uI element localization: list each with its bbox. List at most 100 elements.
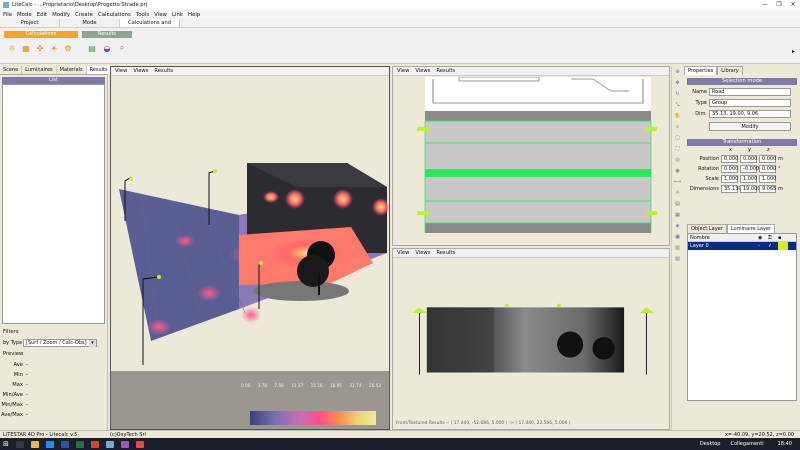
light-icon[interactable]: ☼: [673, 189, 682, 198]
menu-mode[interactable]: Mode: [17, 12, 32, 18]
tab-results[interactable]: Results: [86, 66, 112, 74]
views-menu[interactable]: Views: [415, 250, 430, 256]
tab-properties[interactable]: Properties: [684, 66, 718, 75]
calculations-group-label: Calculations: [4, 31, 78, 38]
tab-object-layer[interactable]: Object Layer: [687, 224, 727, 233]
menu-view[interactable]: View: [154, 12, 167, 18]
rotate-icon[interactable]: ↻: [673, 90, 682, 99]
layer-color-swatch[interactable]: [778, 242, 788, 250]
powerpoint-icon[interactable]: [90, 440, 99, 448]
rotation-z[interactable]: 0.000: [759, 165, 776, 173]
app-icon[interactable]: [135, 440, 144, 448]
view-top[interactable]: View Views Results: [392, 66, 670, 246]
calc-flow-icon[interactable]: ✣: [34, 42, 46, 54]
start-icon[interactable]: ⊞: [3, 440, 9, 448]
rotation-y[interactable]: -0.000: [740, 165, 759, 173]
view-side-icon[interactable]: ▧: [673, 255, 682, 264]
tab-mode[interactable]: Mode: [60, 19, 120, 27]
close-button[interactable]: ✕: [786, 0, 800, 10]
calc-light-icon[interactable]: ☼: [6, 42, 18, 54]
search-results-icon[interactable]: ⌕: [116, 42, 128, 54]
pin-ribbon-icon[interactable]: ▸: [792, 48, 795, 55]
orbit-icon[interactable]: ◎: [673, 156, 682, 165]
view-menu[interactable]: View: [115, 68, 127, 74]
view-front[interactable]: View Views Results Front/Textured Result…: [392, 248, 670, 430]
zoom-extents-icon[interactable]: ⛶: [673, 145, 682, 154]
scale-ticks: 0.00 3.78 7.56 11.37 15.16 18.95 22.74 2…: [241, 383, 381, 388]
pan-icon[interactable]: ✋: [673, 112, 682, 121]
snap-icon[interactable]: ◈: [673, 222, 682, 231]
layer-row-check[interactable]: ✓: [768, 242, 778, 250]
position-y[interactable]: 0.000: [740, 155, 757, 163]
select-icon[interactable]: ⊕: [673, 68, 682, 77]
zoom-window-icon[interactable]: ▢: [673, 134, 682, 143]
scale-y[interactable]: 1.000: [740, 175, 757, 183]
menu-edit[interactable]: Edit: [37, 12, 47, 18]
view-3d[interactable]: View Views Results 0.00 3.78 7.56 11.37 …: [110, 66, 390, 430]
render-icon[interactable]: ◒: [101, 42, 113, 54]
tab-luminaires[interactable]: Luminaires: [22, 66, 57, 74]
tab-calculations-results[interactable]: Calculations and Results: [120, 19, 180, 35]
view-menu[interactable]: View: [397, 250, 409, 256]
scale-icon[interactable]: ⤡: [673, 101, 682, 110]
view-top-icon[interactable]: ▣: [673, 233, 682, 242]
menu-modify[interactable]: Modify: [52, 12, 70, 18]
results-menu[interactable]: Results: [154, 68, 173, 74]
modify-button[interactable]: Modify: [709, 122, 791, 131]
tab-materials[interactable]: Materials: [57, 66, 87, 74]
position-x[interactable]: 0.000: [721, 155, 738, 163]
move-icon[interactable]: ✥: [673, 79, 682, 88]
views-menu[interactable]: Views: [133, 68, 148, 74]
illuminance-3d-render[interactable]: [111, 77, 389, 429]
results-menu[interactable]: Results: [436, 250, 455, 256]
menu-calculations[interactable]: Calculations: [98, 12, 131, 18]
camera-icon[interactable]: ◉: [673, 167, 682, 176]
menu-help[interactable]: Help: [188, 12, 200, 18]
layer-icon[interactable]: ▤: [673, 200, 682, 209]
litecalc-icon[interactable]: [105, 440, 114, 448]
menu-file[interactable]: File: [3, 12, 12, 18]
app-icon[interactable]: [120, 440, 129, 448]
calc-run-icon[interactable]: ⚙: [62, 42, 74, 54]
scale-x[interactable]: 1.000: [721, 175, 738, 183]
dimensions-y[interactable]: 19.000: [740, 185, 761, 193]
measure-icon[interactable]: ⟷: [673, 178, 682, 187]
dimensions-x[interactable]: 35.130: [721, 185, 742, 193]
properties-panel: Properties Library Selection mode Name Ro…: [684, 66, 800, 430]
explorer-icon[interactable]: [30, 440, 39, 448]
edge-icon[interactable]: [45, 440, 54, 448]
menu-create[interactable]: Create: [75, 12, 93, 18]
calc-glare-icon[interactable]: ☀: [48, 42, 60, 54]
views-menu[interactable]: Views: [415, 68, 430, 74]
results-menu[interactable]: Results: [436, 68, 455, 74]
zoom-icon[interactable]: ⌕: [673, 123, 682, 132]
taskbar-links[interactable]: Collegamenti: [730, 441, 763, 447]
scale-z[interactable]: 1.000: [759, 175, 776, 183]
maximize-button[interactable]: ❐: [772, 0, 786, 10]
view-front-icon[interactable]: ▥: [673, 244, 682, 253]
top-view-plan[interactable]: [393, 77, 671, 247]
excel-icon[interactable]: [75, 440, 84, 448]
tab-luminaire-layer[interactable]: Luminaire Layer: [726, 224, 776, 233]
search-icon[interactable]: [15, 440, 24, 448]
report-icon[interactable]: ▤: [86, 42, 98, 54]
menu-tools[interactable]: Tools: [136, 12, 149, 18]
layer-row[interactable]: Layer 0 - ✓: [688, 242, 796, 250]
menu-link[interactable]: Link: [172, 12, 183, 18]
by-type-select[interactable]: [Surf / Zoom / Calc-Obs] ▾: [23, 339, 97, 347]
tab-library[interactable]: Library: [717, 66, 743, 75]
view-menu[interactable]: View: [397, 68, 409, 74]
front-view-render[interactable]: [393, 259, 671, 419]
dimensions-z[interactable]: 9.065: [759, 185, 776, 193]
calc-grid-icon[interactable]: ▦: [20, 42, 32, 54]
name-field[interactable]: Road: [709, 87, 791, 96]
grid-icon[interactable]: ▦: [673, 211, 682, 220]
taskbar-desktop[interactable]: Desktop: [700, 441, 721, 447]
tab-project[interactable]: Project: [0, 19, 60, 27]
results-list[interactable]: [2, 84, 105, 324]
position-z[interactable]: 0.000: [759, 155, 776, 163]
rotation-x[interactable]: 0.000: [721, 165, 738, 173]
word-icon[interactable]: [60, 440, 69, 448]
minimize-button[interactable]: —: [758, 0, 772, 10]
tab-scene[interactable]: Scene: [0, 66, 23, 74]
